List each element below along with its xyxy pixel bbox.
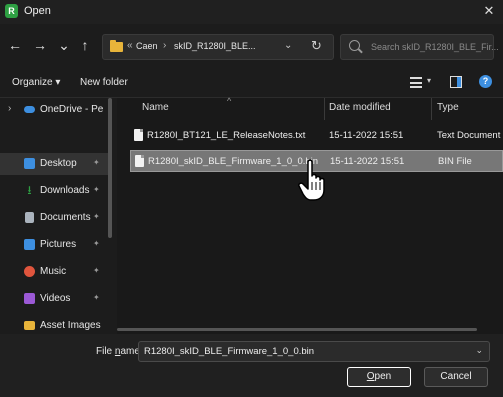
back-arrow-icon[interactable]: ← bbox=[6, 36, 24, 54]
column-divider[interactable] bbox=[431, 98, 432, 120]
documents-icon bbox=[25, 212, 34, 223]
pin-icon: ✦ bbox=[93, 185, 100, 194]
file-list: ^ Name Date modified Type R1280I_BT121_L… bbox=[117, 96, 503, 334]
navigation-bar: ← → ⌄ ↑ « Caen › skID_R1280I_BLE... ⌄ ↻ … bbox=[0, 24, 503, 68]
app-icon: R bbox=[5, 4, 18, 18]
desktop-icon bbox=[24, 158, 35, 169]
sidebar-item-asset-images[interactable]: Asset Images Ne bbox=[0, 315, 108, 334]
videos-icon bbox=[24, 293, 35, 304]
navigation-pane: › OneDrive - Perso Desktop ✦ ⭳ Downloads… bbox=[0, 98, 117, 334]
file-name: R1280I_BT121_LE_ReleaseNotes.txt bbox=[147, 130, 306, 141]
file-date-modified: 15-11-2022 15:51 bbox=[330, 156, 405, 167]
column-divider[interactable] bbox=[324, 98, 325, 120]
sidebar-item-label: OneDrive - Perso bbox=[40, 104, 104, 115]
file-name-dropdown-icon[interactable]: ⌄ bbox=[475, 345, 483, 356]
sidebar-item-downloads[interactable]: ⭳ Downloads ✦ bbox=[0, 180, 108, 202]
up-arrow-icon[interactable]: ↑ bbox=[76, 36, 94, 54]
title-bar: R Open ✕ bbox=[0, 0, 503, 24]
forward-arrow-icon[interactable]: → bbox=[31, 36, 49, 54]
organize-label: Organize bbox=[12, 77, 53, 88]
file-type: BIN File bbox=[438, 156, 472, 167]
file-name-value: R1280I_skID_BLE_Firmware_1_0_0.bin bbox=[144, 346, 315, 357]
file-name-input[interactable]: R1280I_skID_BLE_Firmware_1_0_0.bin ⌄ bbox=[138, 341, 490, 362]
breadcrumb-overflow-icon[interactable]: « bbox=[127, 40, 133, 51]
file-row-selected[interactable]: R1280I_skID_BLE_Firmware_1_0_0.bin 15-11… bbox=[130, 150, 503, 172]
pin-icon: ✦ bbox=[93, 239, 100, 248]
sidebar-scrollbar[interactable] bbox=[108, 98, 112, 238]
music-icon bbox=[24, 266, 35, 277]
open-button[interactable]: Open bbox=[347, 367, 411, 387]
file-type: Text Document bbox=[437, 130, 501, 141]
sidebar-item-videos[interactable]: Videos ✦ bbox=[0, 288, 108, 310]
text-file-icon bbox=[134, 129, 143, 141]
folder-icon bbox=[110, 40, 123, 52]
pictures-icon bbox=[24, 239, 35, 250]
refresh-icon[interactable]: ↻ bbox=[311, 38, 322, 54]
sidebar-item-music[interactable]: Music ✦ bbox=[0, 261, 108, 283]
file-row[interactable]: R1280I_BT121_LE_ReleaseNotes.txt 15-11-2… bbox=[130, 125, 503, 147]
sidebar-item-pictures[interactable]: Pictures ✦ bbox=[0, 234, 108, 256]
view-dropdown-icon[interactable]: ▾ bbox=[427, 76, 431, 85]
window-title: Open bbox=[24, 5, 51, 17]
preview-pane-icon[interactable] bbox=[450, 76, 462, 88]
horizontal-scrollbar[interactable] bbox=[117, 328, 477, 331]
cancel-button[interactable]: Cancel bbox=[424, 367, 488, 387]
breadcrumb-separator-icon: › bbox=[163, 40, 167, 51]
column-header-date-modified[interactable]: Date modified bbox=[329, 102, 391, 113]
folder-icon bbox=[24, 321, 35, 330]
search-box[interactable]: Search skID_R1280I_BLE_Fir... bbox=[340, 34, 499, 60]
help-icon[interactable]: ? bbox=[479, 75, 492, 88]
cloud-icon bbox=[24, 106, 35, 113]
sidebar-item-label: Asset Images Ne bbox=[40, 320, 104, 331]
organize-caret-icon: ▾ bbox=[55, 77, 61, 88]
pin-icon: ✦ bbox=[93, 293, 100, 302]
pin-icon: ✦ bbox=[93, 212, 100, 221]
address-dropdown-icon[interactable]: ⌄ bbox=[284, 40, 292, 51]
expand-chevron-icon[interactable]: › bbox=[8, 103, 11, 114]
sidebar-item-onedrive[interactable]: › OneDrive - Perso bbox=[0, 99, 108, 121]
breadcrumb-item[interactable]: Caen bbox=[136, 41, 158, 51]
sort-ascending-icon: ^ bbox=[227, 96, 232, 106]
column-header-name[interactable]: Name bbox=[142, 102, 169, 113]
organize-button[interactable]: Organize ▾ bbox=[12, 77, 60, 88]
bin-file-icon bbox=[135, 155, 144, 167]
pin-icon: ✦ bbox=[93, 266, 100, 275]
pin-icon: ✦ bbox=[93, 158, 100, 167]
file-date-modified: 15-11-2022 15:51 bbox=[329, 130, 404, 141]
view-list-icon[interactable] bbox=[410, 77, 422, 88]
address-bar[interactable]: « Caen › skID_R1280I_BLE... ⌄ ↻ bbox=[102, 34, 334, 60]
breadcrumb-item[interactable]: skID_R1280I_BLE... bbox=[174, 41, 256, 51]
command-toolbar: Organize ▾ New folder ▾ ? bbox=[0, 68, 503, 98]
sidebar-item-desktop[interactable]: Desktop ✦ bbox=[0, 153, 108, 175]
close-icon[interactable]: ✕ bbox=[481, 3, 497, 19]
column-header-row: ^ Name Date modified Type bbox=[117, 96, 503, 120]
new-folder-button[interactable]: New folder bbox=[80, 77, 128, 88]
file-name-label: File name: bbox=[96, 346, 143, 357]
search-placeholder: Search skID_R1280I_BLE_Fir... bbox=[371, 42, 499, 52]
download-icon: ⭳ bbox=[27, 183, 32, 197]
file-name: R1280I_skID_BLE_Firmware_1_0_0.bin bbox=[148, 156, 319, 167]
sidebar-item-documents[interactable]: Documents ✦ bbox=[0, 207, 108, 229]
dialog-footer: File name: R1280I_skID_BLE_Firmware_1_0_… bbox=[0, 334, 503, 397]
column-header-type[interactable]: Type bbox=[437, 102, 459, 113]
recent-locations-chevron-icon[interactable]: ⌄ bbox=[55, 36, 73, 54]
search-icon bbox=[349, 40, 360, 51]
